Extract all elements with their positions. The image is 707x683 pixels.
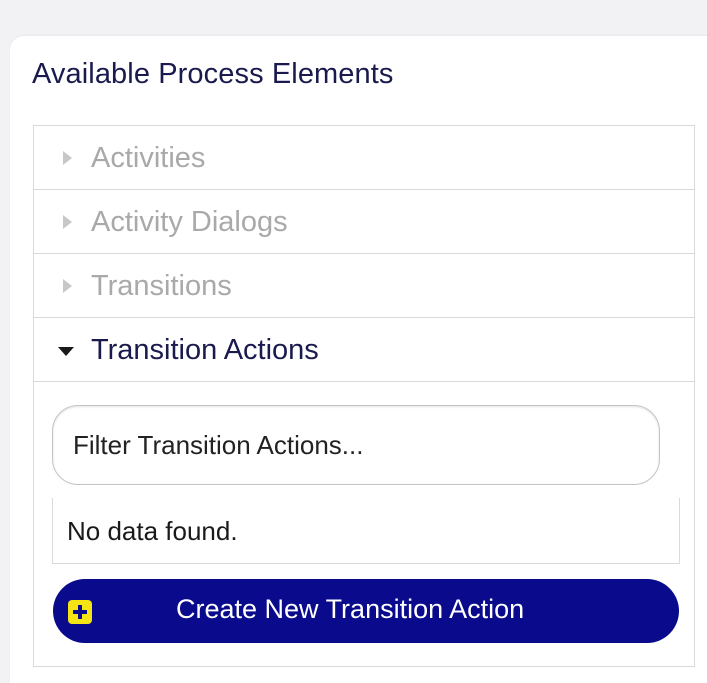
chevron-right-icon	[63, 151, 72, 165]
chevron-down-icon	[58, 347, 74, 356]
chevron-right-icon	[63, 279, 72, 293]
filter-transition-actions-input[interactable]	[52, 405, 660, 485]
empty-list-message: No data found.	[67, 516, 238, 546]
panel-title: Available Process Elements	[32, 58, 394, 90]
section-label: Activities	[91, 142, 206, 174]
create-new-transition-action-button[interactable]: Create New Transition Action	[53, 579, 679, 643]
section-header-activity-dialogs[interactable]: Activity Dialogs	[34, 190, 694, 254]
section-header-activities[interactable]: Activities	[34, 126, 694, 190]
section-header-transitions[interactable]: Transitions	[34, 254, 694, 318]
chevron-right-icon	[63, 215, 72, 229]
section-label: Transition Actions	[91, 334, 319, 366]
process-elements-accordion: Activities Activity Dialogs Transitions …	[33, 125, 695, 667]
section-label: Activity Dialogs	[91, 206, 288, 238]
plus-square-icon	[68, 600, 92, 624]
transition-actions-list: No data found.	[52, 498, 680, 564]
process-elements-panel: Available Process Elements Activities Ac…	[10, 36, 707, 683]
section-label: Transitions	[91, 270, 232, 302]
create-button-label: Create New Transition Action	[176, 594, 525, 624]
section-header-transition-actions[interactable]: Transition Actions	[34, 318, 694, 382]
